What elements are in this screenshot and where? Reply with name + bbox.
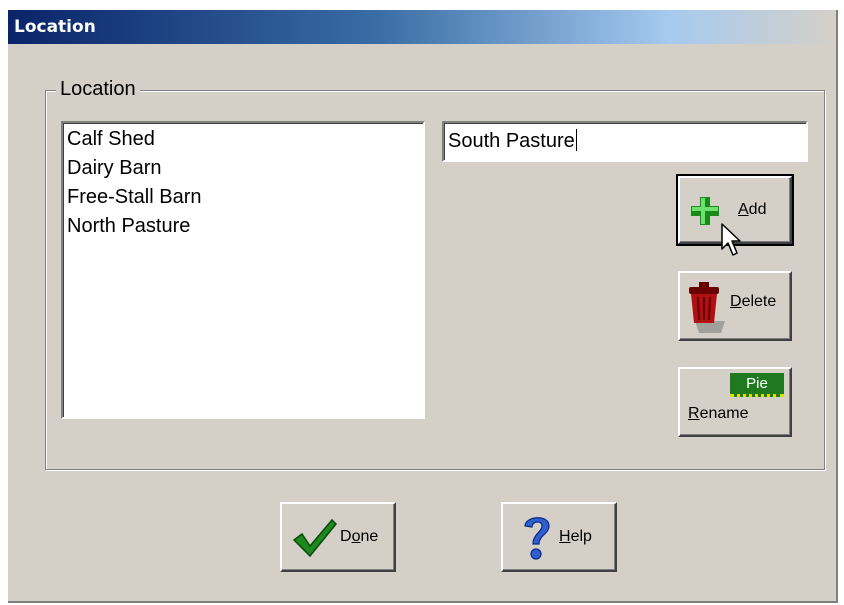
location-name-input[interactable]: South Pasture — [442, 121, 808, 162]
plus-icon — [691, 197, 719, 225]
group-label: Location — [56, 78, 140, 101]
mouse-cursor-icon — [721, 223, 741, 256]
list-item[interactable]: Free-Stall Barn — [67, 183, 419, 212]
checkmark-icon — [292, 518, 338, 558]
rename-button-label: Rename — [688, 405, 749, 422]
text-caret — [575, 129, 577, 151]
question-mark-icon — [524, 517, 550, 560]
delete-button[interactable]: Delete — [678, 271, 792, 341]
input-value: South Pasture — [448, 130, 575, 152]
rename-button[interactable]: Pie Rename — [678, 367, 792, 437]
title-bar[interactable]: Location — [8, 10, 836, 44]
done-button[interactable]: Done — [280, 502, 396, 572]
delete-button-label: Delete — [730, 293, 777, 310]
done-button-label: Done — [340, 528, 379, 545]
help-button-label: Help — [559, 528, 592, 545]
add-button-label: Add — [738, 201, 767, 218]
location-dialog: Location Location Calf Shed Dairy Barn F… — [8, 10, 838, 603]
location-list[interactable]: Calf Shed Dairy Barn Free-Stall Barn Nor… — [61, 121, 425, 419]
trash-can-icon — [689, 282, 725, 333]
help-button[interactable]: Help — [501, 502, 617, 572]
list-item[interactable]: Calf Shed — [67, 125, 419, 154]
window-title: Location — [14, 17, 96, 37]
list-item[interactable]: North Pasture — [67, 212, 419, 241]
list-item[interactable]: Dairy Barn — [67, 154, 419, 183]
rename-icon: Pie — [730, 373, 784, 397]
